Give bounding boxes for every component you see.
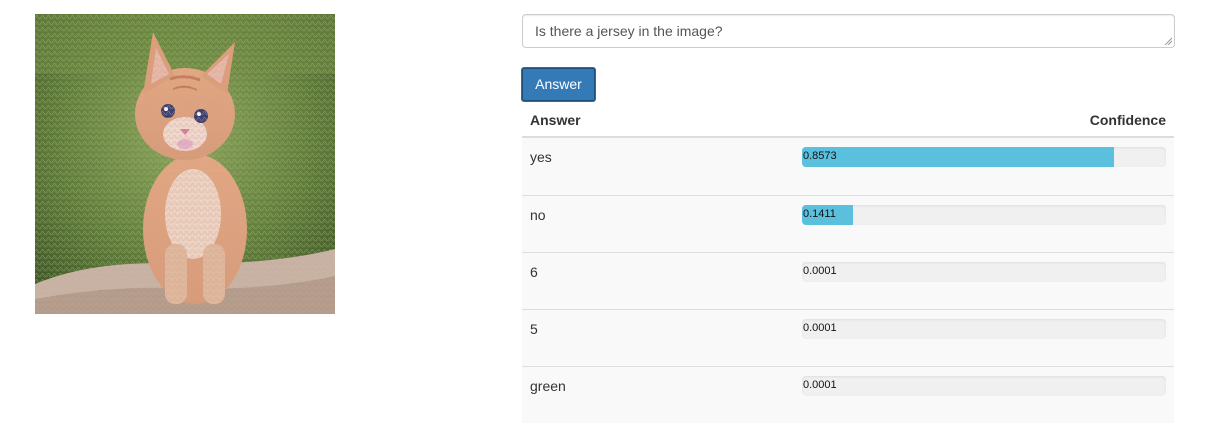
confidence-value: 0.0001: [803, 322, 837, 334]
confidence-bar: 0.0001: [802, 262, 1166, 282]
confidence-bar: 0.8573: [802, 147, 1166, 167]
confidence-bar: 0.0001: [802, 376, 1166, 396]
kitten-image: [35, 14, 335, 314]
confidence-value: 0.8573: [803, 150, 837, 162]
answer-cell: 5: [530, 321, 538, 337]
answer-cell: yes: [530, 149, 552, 165]
confidence-bar-fill: [802, 147, 1115, 167]
table-row: 5 0.0001: [522, 309, 1174, 366]
question-text: Is there a jersey in the image?: [535, 23, 723, 39]
vqa-demo-page: Is there a jersey in the image? Answer A…: [0, 0, 1213, 433]
resize-grip-icon[interactable]: [1164, 37, 1172, 45]
input-image: [35, 14, 335, 314]
answer-cell: green: [530, 378, 566, 394]
table-header: Answer Confidence: [522, 104, 1174, 138]
confidence-bar: 0.1411: [802, 205, 1166, 225]
results-table: Answer Confidence yes 0.8573 no 0.1411 6…: [522, 104, 1174, 423]
table-row: no 0.1411: [522, 195, 1174, 252]
table-row: green 0.0001: [522, 366, 1174, 423]
confidence-value: 0.0001: [803, 379, 837, 391]
question-input[interactable]: Is there a jersey in the image?: [522, 14, 1175, 48]
answer-cell: 6: [530, 264, 538, 280]
answer-button[interactable]: Answer: [521, 67, 596, 102]
confidence-bar: 0.0001: [802, 319, 1166, 339]
confidence-value: 0.0001: [803, 265, 837, 277]
answer-cell: no: [530, 207, 546, 223]
header-confidence: Confidence: [1089, 112, 1166, 128]
confidence-value: 0.1411: [803, 208, 836, 220]
table-row: yes 0.8573: [522, 138, 1174, 195]
header-answer: Answer: [530, 112, 581, 128]
table-row: 6 0.0001: [522, 252, 1174, 309]
